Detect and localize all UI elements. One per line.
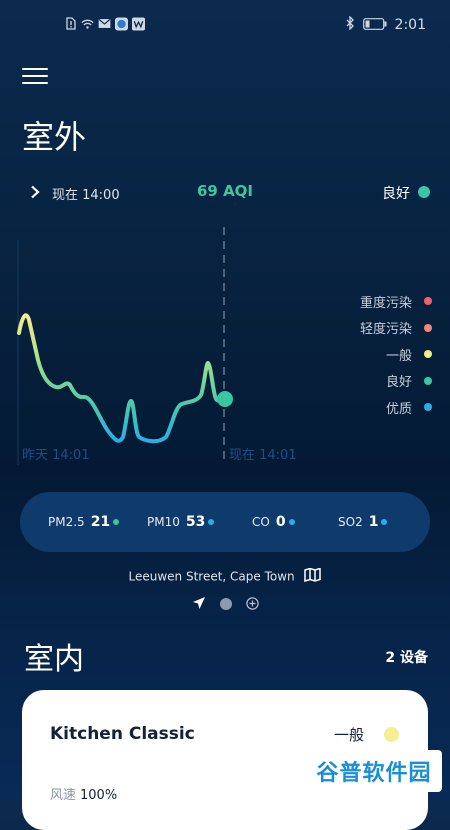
legend-item-light: 轻度污染 bbox=[360, 315, 432, 342]
aqi-line bbox=[17, 313, 227, 444]
page-dot[interactable] bbox=[220, 595, 232, 614]
pollutant-co: CO 0 bbox=[252, 514, 295, 530]
browser-icon bbox=[115, 17, 128, 30]
legend-dot bbox=[424, 323, 432, 332]
device-status: 一般 bbox=[334, 726, 365, 744]
add-location-icon[interactable] bbox=[246, 595, 259, 614]
device-count[interactable]: 2 设备 bbox=[385, 647, 428, 667]
clock: 2:01 bbox=[394, 16, 426, 33]
chart-end-label: 现在 14:01 bbox=[229, 448, 297, 463]
air-quality-status: 良好 bbox=[382, 186, 410, 202]
page-title: 室外 bbox=[22, 118, 87, 156]
indoor-title: 室内 bbox=[24, 642, 84, 677]
status-dot bbox=[418, 186, 430, 198]
location-name: Leeuwen Street, Cape Town bbox=[128, 569, 295, 584]
pollutant-dot bbox=[288, 519, 295, 525]
aqi-summary-row: 现在 14:00 69 AQI 良好 bbox=[0, 178, 450, 206]
navigation-arrow-icon[interactable] bbox=[192, 595, 206, 614]
current-value-marker bbox=[217, 391, 233, 407]
wifi-icon bbox=[81, 17, 94, 30]
w-app-icon bbox=[132, 17, 145, 30]
pollutant-dot bbox=[113, 519, 120, 525]
location-row[interactable]: Leeuwen Street, Cape Town bbox=[0, 567, 450, 585]
sim-alert-icon bbox=[64, 17, 77, 30]
legend-item-moderate: 一般 bbox=[360, 341, 432, 368]
watermark-logo: 谷普软件园 bbox=[306, 750, 442, 792]
fan-speed: 风速 100% bbox=[50, 788, 118, 803]
device-status-dot bbox=[384, 727, 399, 742]
pollutant-dot bbox=[381, 519, 388, 525]
legend-dot bbox=[424, 376, 432, 385]
device-name: Kitchen Classic bbox=[50, 724, 195, 744]
chart-legend: 重度污染 轻度污染 一般 良好 优质 bbox=[360, 288, 432, 421]
pollutant-pm10: PM10 53 bbox=[147, 514, 215, 530]
pollutant-dot bbox=[208, 519, 215, 525]
bluetooth-icon bbox=[346, 15, 355, 34]
status-bar: 2:01 bbox=[0, 0, 450, 50]
pollutant-bar[interactable]: PM2.5 21 PM10 53 CO 0 SO2 1 bbox=[20, 492, 430, 552]
mail-icon bbox=[98, 17, 111, 30]
map-icon[interactable] bbox=[298, 567, 322, 585]
legend-dot bbox=[424, 297, 432, 306]
legend-item-good: 良好 bbox=[360, 368, 432, 395]
legend-item-excellent: 优质 bbox=[360, 394, 432, 421]
chart-start-label: 昨天 14:01 bbox=[22, 448, 90, 463]
battery-icon bbox=[362, 15, 387, 34]
pollutant-so2: SO2 1 bbox=[338, 514, 388, 530]
location-pager bbox=[192, 595, 259, 614]
hamburger-icon bbox=[22, 68, 48, 70]
system-status: 2:01 bbox=[346, 15, 426, 34]
pollutant-pm25: PM2.5 21 bbox=[48, 514, 120, 530]
menu-button[interactable] bbox=[22, 68, 48, 88]
notification-icons bbox=[64, 17, 145, 30]
legend-dot bbox=[424, 350, 432, 359]
legend-item-heavy: 重度污染 bbox=[360, 288, 432, 315]
legend-dot bbox=[424, 403, 432, 412]
